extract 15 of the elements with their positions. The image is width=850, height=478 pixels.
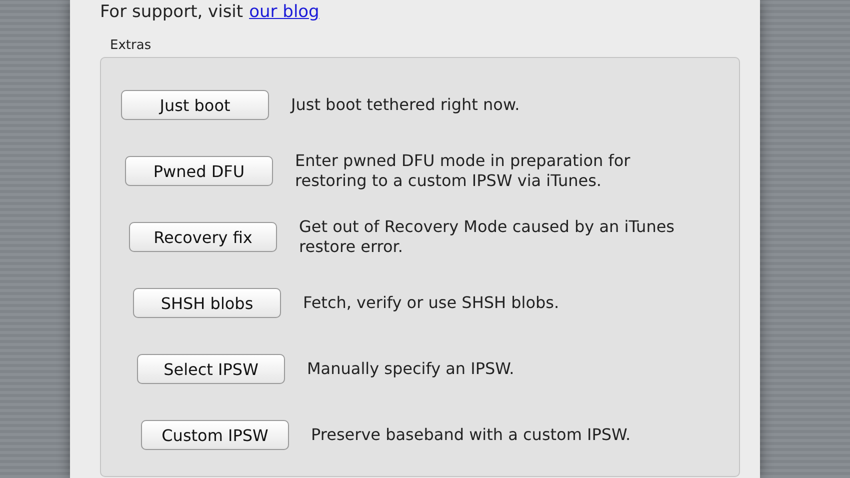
blog-link[interactable]: our blog bbox=[249, 2, 320, 22]
action-button[interactable]: Pwned DFU bbox=[125, 156, 273, 186]
support-text: For support, visit bbox=[100, 2, 244, 22]
action-button[interactable]: Recovery fix bbox=[129, 222, 277, 252]
action-description: Fetch, verify or use SHSH blobs. bbox=[303, 293, 560, 313]
action-button[interactable]: SHSH blobs bbox=[133, 288, 281, 318]
action-description: Manually specify an IPSW. bbox=[307, 359, 514, 379]
action-description: Preserve baseband with a custom IPSW. bbox=[311, 425, 631, 445]
action-button[interactable]: Custom IPSW bbox=[141, 420, 289, 450]
action-description: Get out of Recovery Mode caused by an iTunes restore error. bbox=[299, 217, 676, 257]
action-description: Enter pwned DFU mode in preparation for restoring to a custom IPSW via iTunes. bbox=[295, 151, 632, 191]
action-description: Just boot tethered right now. bbox=[291, 95, 520, 115]
action-button[interactable]: Just boot bbox=[121, 90, 269, 120]
group-title: Extras bbox=[110, 38, 152, 53]
action-button[interactable]: Select IPSW bbox=[137, 354, 285, 384]
